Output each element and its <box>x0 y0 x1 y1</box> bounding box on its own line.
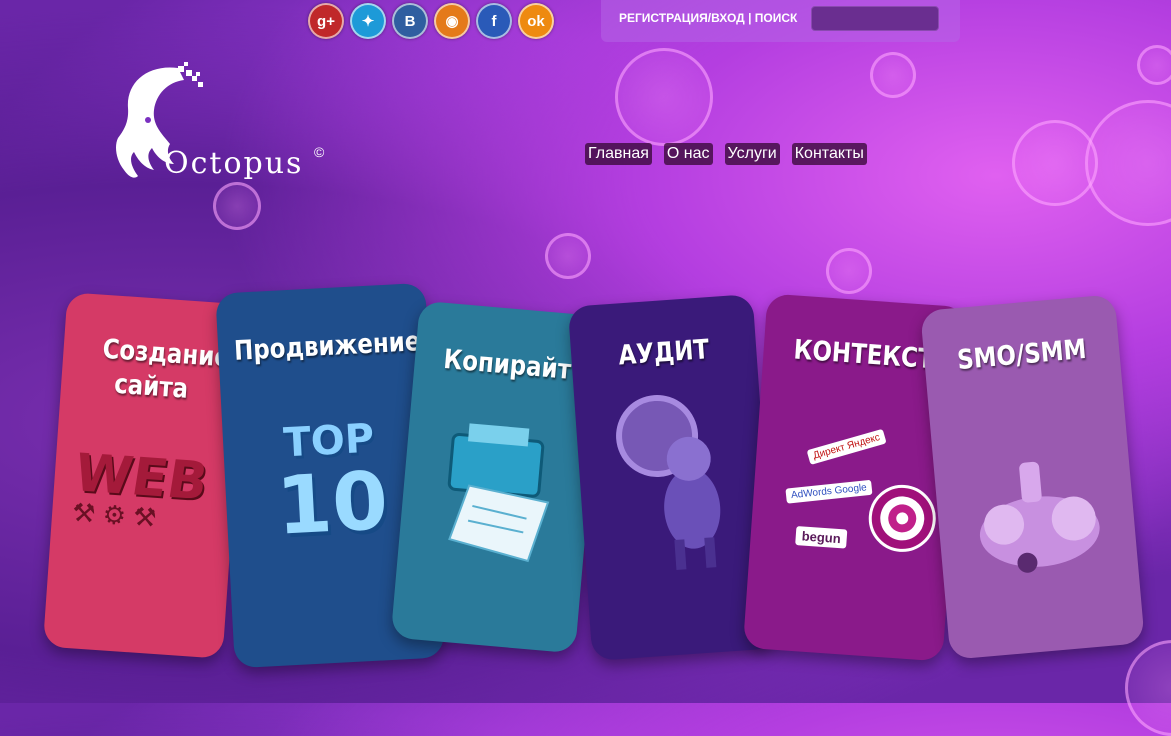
decor-bubble <box>615 48 713 146</box>
web-illustration: WEB ⚒ ⚙ ⚒ <box>70 443 212 537</box>
decor-bubble <box>545 233 591 279</box>
card-smm-title: SMO/SMM <box>955 333 1088 377</box>
decor-bubble <box>1012 120 1098 206</box>
decor-bubble <box>1125 640 1171 736</box>
top10-illustration: TOP 10 <box>272 415 391 553</box>
search-input[interactable] <box>811 6 939 31</box>
search-link[interactable]: ПОИСК <box>755 11 798 25</box>
card-smm[interactable]: SMO/SMM <box>920 294 1145 660</box>
robot-icon <box>979 461 1100 573</box>
nav-item-contacts[interactable]: Контакты <box>791 143 867 165</box>
begun-tag: begun <box>795 526 848 549</box>
social-links: g+ ✦ B ◉ f ok <box>308 3 554 39</box>
decor-bubble <box>826 248 872 294</box>
nav-item-about[interactable]: О нас <box>663 143 713 165</box>
card-copy-title: Копирайт <box>442 343 573 386</box>
card-web[interactable]: Создание сайта WEB ⚒ ⚙ ⚒ <box>42 292 248 659</box>
rss-icon[interactable]: ◉ <box>434 3 470 39</box>
main-nav: Главная О нас Услуги Контакты <box>585 143 867 165</box>
register-login-link[interactable]: РЕГИСТРАЦИЯ/ВХОД <box>619 11 745 25</box>
topbar-separator: | <box>744 11 755 25</box>
adwords-tag: AdWords Google <box>785 479 873 504</box>
target-icon <box>868 484 936 552</box>
magnifier-robot-icon <box>616 394 721 570</box>
twitter-icon[interactable]: ✦ <box>350 3 386 39</box>
topbar-links: РЕГИСТРАЦИЯ/ВХОД | ПОИСК <box>619 11 797 25</box>
nav-item-home[interactable]: Главная <box>585 143 652 165</box>
vkontakte-icon[interactable]: B <box>392 3 428 39</box>
card-audit-title: АУДИТ <box>617 334 711 372</box>
logo[interactable]: Octopus © <box>108 60 338 190</box>
printer-icon <box>447 423 550 563</box>
web-text: WEB <box>70 443 212 513</box>
nav-item-services[interactable]: Услуги <box>724 143 780 165</box>
google-plus-icon[interactable]: g+ <box>308 3 344 39</box>
logo-copyright: © <box>314 144 325 160</box>
top-bar: РЕГИСТРАЦИЯ/ВХОД | ПОИСК <box>601 0 960 42</box>
decor-bubble <box>870 52 916 98</box>
card-web-title: Создание сайта <box>101 333 231 405</box>
card-seo-title: Продвижение <box>233 326 422 367</box>
logo-text: Octopus <box>164 146 304 181</box>
direct-tag: Директ Яндекс <box>806 428 887 465</box>
ten-text: 10 <box>274 454 391 553</box>
decor-bubble <box>1137 45 1171 85</box>
facebook-icon[interactable]: f <box>476 3 512 39</box>
odnoklassniki-icon[interactable]: ok <box>518 3 554 39</box>
